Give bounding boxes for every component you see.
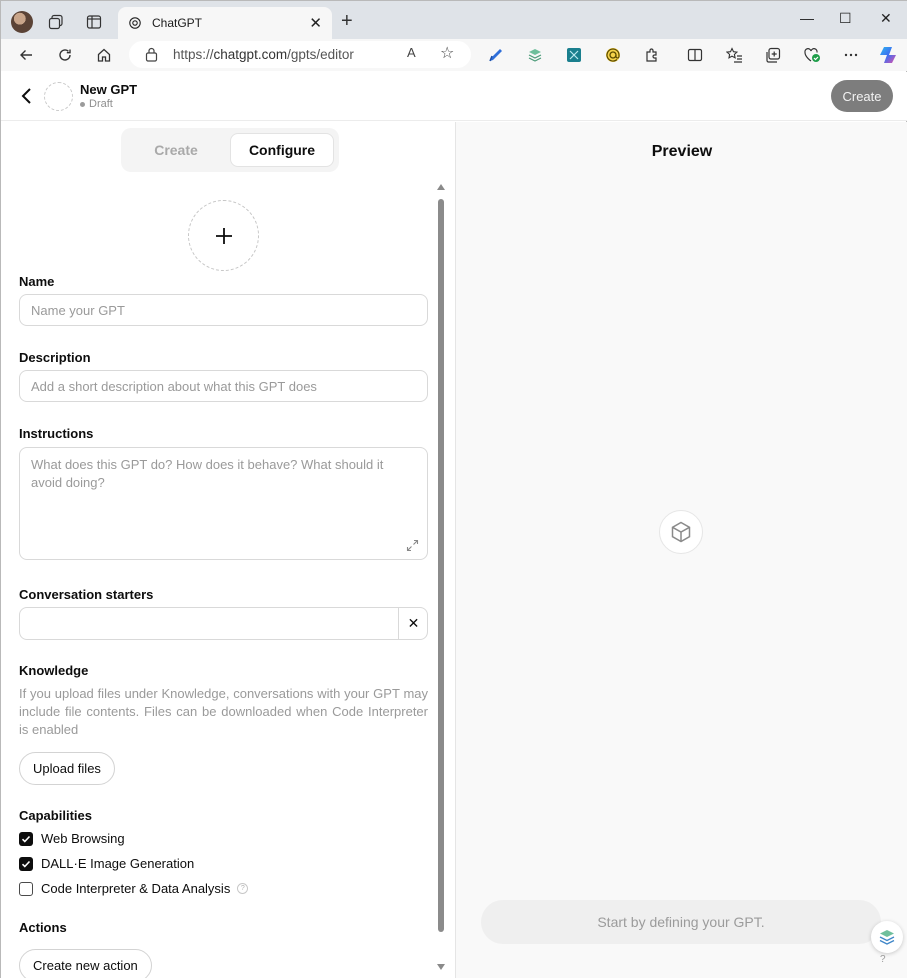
extension-grid-icon[interactable] [565, 46, 583, 64]
browser-address-bar: https://chatgpt.com/gpts/editor A ☆ [1, 39, 907, 71]
close-window-button[interactable]: ✕ [880, 10, 892, 27]
gpt-avatar-placeholder [44, 82, 73, 111]
instructions-input[interactable] [19, 447, 428, 560]
preview-title: Preview [651, 143, 713, 160]
refresh-icon[interactable] [56, 46, 74, 64]
capabilities-label: Capabilities [19, 808, 92, 823]
split-screen-icon[interactable] [686, 46, 704, 64]
capability-dalle[interactable]: DALL·E Image Generation [19, 856, 194, 871]
create-new-action-button[interactable]: Create new action [19, 949, 152, 978]
home-icon[interactable] [95, 46, 113, 64]
checkbox-checked[interactable] [19, 831, 33, 846]
knowledge-label: Knowledge [19, 663, 89, 678]
expand-icon[interactable] [406, 539, 419, 557]
browser-essentials-icon[interactable] [803, 46, 821, 64]
extension-at-icon[interactable] [604, 46, 622, 64]
more-menu-icon[interactable] [842, 46, 860, 64]
url-path: /gpts/editor [287, 47, 354, 62]
name-input[interactable] [19, 294, 428, 326]
tab-configure[interactable]: Configure [230, 133, 334, 167]
description-label: Description [19, 350, 91, 365]
extension-layers-icon[interactable] [526, 46, 544, 64]
vertical-tabs-icon[interactable] [85, 13, 103, 31]
scrollbar[interactable] [435, 184, 447, 974]
openai-favicon-icon [129, 17, 141, 29]
browser-tab-chatgpt[interactable]: ChatGPT ✕ [118, 7, 332, 39]
create-gpt-button[interactable]: Create [831, 80, 893, 112]
instructions-label: Instructions [19, 426, 94, 441]
minimize-button[interactable]: — [800, 10, 814, 26]
knowledge-help-text: If you upload files under Knowledge, con… [19, 686, 428, 737]
upload-files-button[interactable]: Upload files [19, 752, 115, 785]
extension-pen-icon[interactable] [487, 46, 505, 64]
tab-title: ChatGPT [152, 16, 203, 30]
favorites-icon[interactable] [725, 46, 743, 64]
configure-pane: Create Configure Name Description Instru… [1, 122, 455, 978]
help-icon[interactable]: ? [880, 954, 886, 965]
gpt-image-upload[interactable] [188, 200, 259, 271]
checkbox-checked[interactable] [19, 856, 33, 871]
status-dot-icon [80, 101, 85, 107]
name-label: Name [19, 274, 55, 289]
description-input[interactable] [19, 370, 428, 402]
capability-label: Code Interpreter & Data Analysis [41, 881, 231, 896]
gpt-cube-icon [659, 510, 703, 554]
gpt-status: Draft [80, 98, 113, 110]
scroll-down-icon[interactable] [437, 964, 445, 970]
copilot-icon[interactable] [878, 44, 900, 66]
capability-label: Web Browsing [41, 831, 125, 846]
status-text: Draft [89, 98, 113, 110]
url-host: chatgpt.com [213, 47, 288, 62]
preview-pane: Preview Start by defining your GPT. ? [455, 122, 907, 978]
scrollbar-thumb[interactable] [438, 199, 444, 932]
scroll-up-icon[interactable] [437, 184, 445, 190]
checkbox-unchecked[interactable] [19, 881, 33, 896]
maximize-button[interactable]: ☐ [839, 10, 852, 27]
extensions-puzzle-icon[interactable] [643, 46, 661, 64]
conversation-starters-label: Conversation starters [19, 587, 154, 602]
favorite-star-icon[interactable]: ☆ [440, 43, 454, 63]
url-bar[interactable]: https://chatgpt.com/gpts/editor [129, 41, 471, 68]
read-aloud-icon[interactable]: A [407, 45, 416, 60]
mode-toggle: Create Configure [121, 128, 339, 172]
sidebar-layers-icon[interactable] [871, 921, 903, 953]
tab-create[interactable]: Create [121, 128, 231, 172]
clear-starter-icon[interactable]: ✕ [398, 608, 428, 639]
lock-icon[interactable] [145, 47, 158, 62]
capability-code-interpreter[interactable]: Code Interpreter & Data Analysis ? [19, 881, 249, 896]
actions-label: Actions [19, 920, 67, 935]
new-tab-button[interactable]: + [341, 11, 353, 31]
plus-icon [215, 227, 232, 244]
conversation-starter-row: ✕ [19, 607, 428, 640]
gpt-editor-header: New GPT Draft Create [1, 72, 907, 121]
workspaces-icon[interactable] [47, 13, 65, 31]
back-arrow-icon[interactable] [17, 46, 35, 64]
back-chevron-icon[interactable] [19, 85, 35, 107]
collections-icon[interactable] [764, 46, 782, 64]
profile-avatar[interactable] [11, 11, 33, 33]
info-icon[interactable]: ? [237, 883, 249, 894]
capability-web-browsing[interactable]: Web Browsing [19, 831, 125, 846]
gpt-name: New GPT [80, 82, 138, 97]
browser-tab-bar: ChatGPT ✕ + — ☐ ✕ [1, 1, 907, 39]
capability-label: DALL·E Image Generation [41, 856, 195, 871]
tab-close-icon[interactable]: ✕ [309, 14, 322, 32]
conversation-starter-input[interactable] [20, 608, 398, 639]
preview-message-input[interactable]: Start by defining your GPT. [481, 900, 881, 944]
url-prefix: https:// [173, 47, 214, 62]
